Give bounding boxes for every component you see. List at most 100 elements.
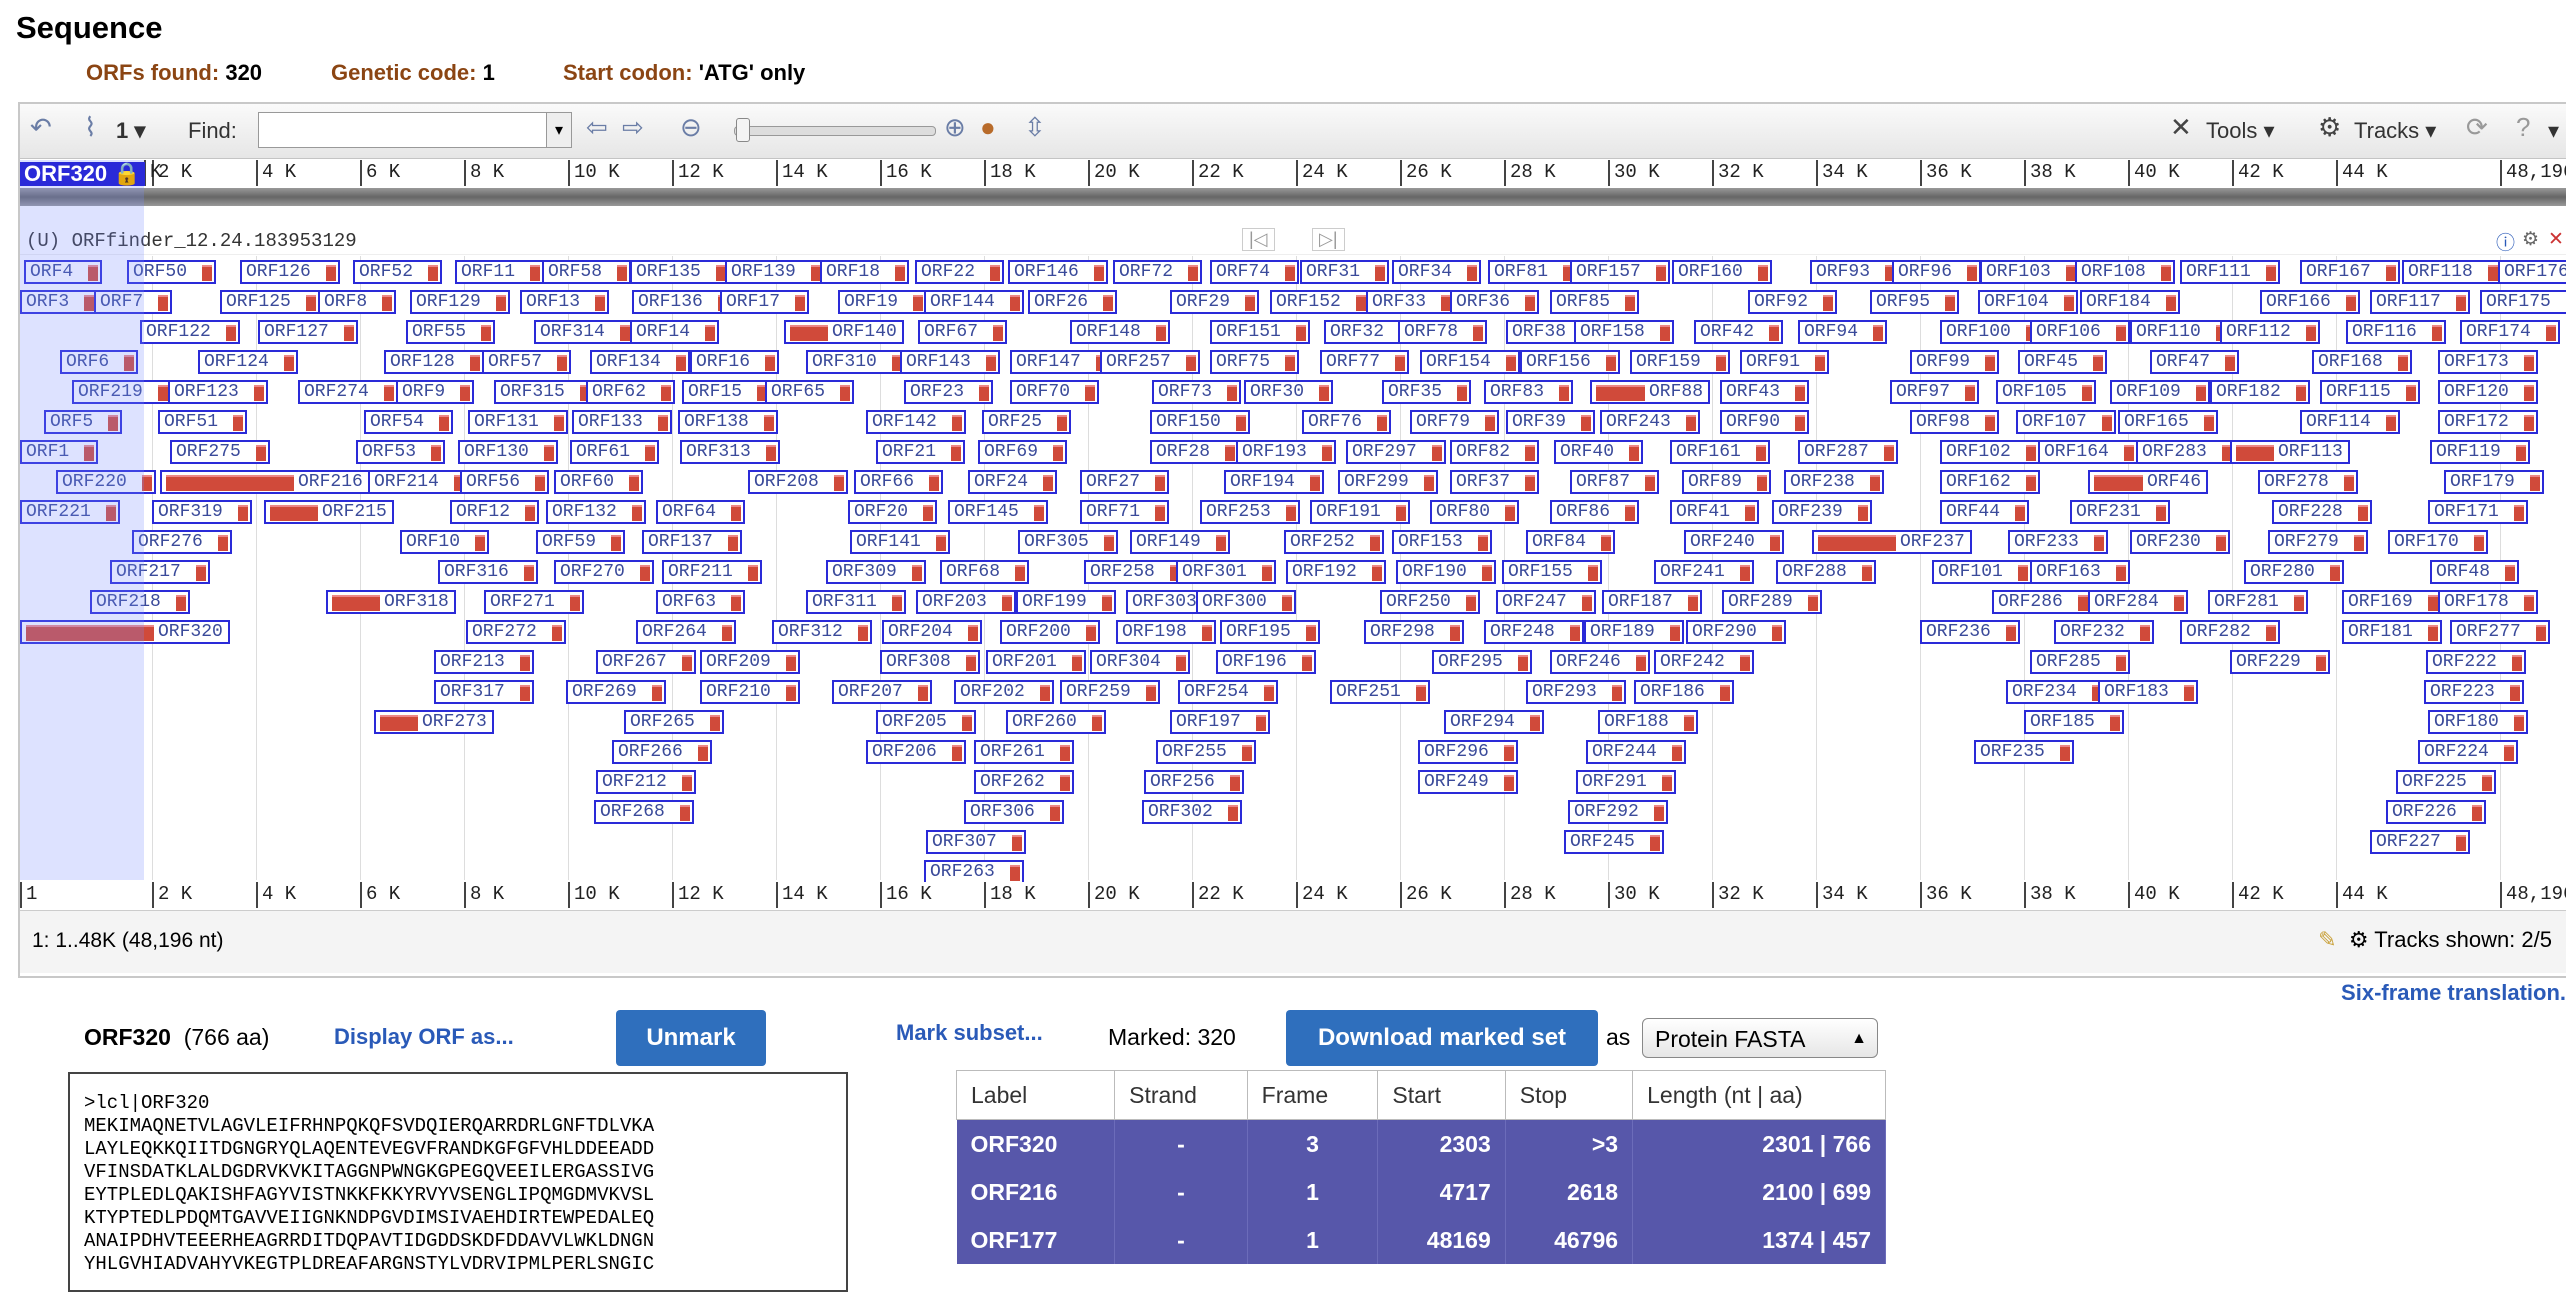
orf-feature[interactable]: ORF61	[570, 440, 659, 464]
next-track-icon[interactable]: ▷|	[1312, 228, 1345, 251]
orf-feature[interactable]: ORF285	[2030, 650, 2130, 674]
overview-bar[interactable]	[20, 188, 2566, 206]
orf-feature[interactable]: ORF52	[353, 260, 442, 284]
display-orf-as-link[interactable]: Display ORF as...	[334, 1024, 514, 1050]
undo-icon[interactable]: ↶	[30, 112, 52, 143]
orf-feature[interactable]: ORF236	[1920, 620, 2020, 644]
orf-feature[interactable]: ORF21	[876, 440, 965, 464]
orf-feature[interactable]: ORF205	[876, 710, 976, 734]
orf-feature[interactable]: ORF162	[1940, 470, 2040, 494]
orf-feature[interactable]: ORF194	[1224, 470, 1324, 494]
table-row[interactable]: ORF216-1 4717 2618 2100 | 699	[956, 1168, 1886, 1216]
orf-feature[interactable]: ORF308	[880, 650, 980, 674]
orf-feature[interactable]: ORF9	[396, 380, 474, 404]
orf-feature[interactable]: ORF265	[624, 710, 724, 734]
orf-feature[interactable]: ORF190	[1396, 560, 1496, 584]
orf-feature[interactable]: ORF178	[2438, 590, 2538, 614]
orf-feature[interactable]: ORF144	[924, 290, 1024, 314]
orf-feature[interactable]: ORF123	[168, 380, 268, 404]
orf-feature[interactable]: ORF311	[806, 590, 906, 614]
orf-feature[interactable]: ORF309	[826, 560, 926, 584]
orf-feature[interactable]: ORF89	[1682, 470, 1771, 494]
orf-feature[interactable]: ORF251	[1330, 680, 1430, 704]
orf-feature[interactable]: ORF204	[882, 620, 982, 644]
help-icon[interactable]: ?	[2516, 112, 2530, 143]
orf-feature[interactable]: ORF22	[915, 260, 1004, 284]
orf-feature[interactable]: ORF318	[326, 590, 456, 614]
orf-feature[interactable]: ORF134	[590, 350, 690, 374]
orf-feature[interactable]: ORF103	[1980, 260, 2080, 284]
orf-feature[interactable]: ORF301	[1176, 560, 1276, 584]
orf-feature[interactable]: ORF31	[1300, 260, 1389, 284]
orf-feature[interactable]: ORF170	[2388, 530, 2488, 554]
orf-feature[interactable]: ORF83	[1484, 380, 1573, 404]
orf-feature[interactable]: ORF109	[2110, 380, 2210, 404]
zoom-slider[interactable]	[734, 126, 936, 136]
fit-icon[interactable]: ⇳	[1024, 112, 1046, 143]
orf-feature[interactable]: ORF40	[1554, 440, 1643, 464]
orf-feature[interactable]: ORF255	[1156, 740, 1256, 764]
orf-feature[interactable]: ORF232	[2054, 620, 2154, 644]
orf-feature[interactable]: ORF90	[1720, 410, 1809, 434]
tracks-gear-icon[interactable]: ⚙	[2349, 927, 2369, 952]
orf-feature[interactable]: ORF266	[612, 740, 712, 764]
orf-feature[interactable]: ORF256	[1144, 770, 1244, 794]
orf-feature[interactable]: ORF28	[1150, 440, 1239, 464]
orf-feature[interactable]: ORF136	[632, 290, 732, 314]
orf-feature[interactable]: ORF278	[2258, 470, 2358, 494]
orf-feature[interactable]: ORF159	[1630, 350, 1730, 374]
orf-feature[interactable]: ORF47	[2150, 350, 2239, 374]
orf-feature[interactable]: ORF294	[1444, 710, 1544, 734]
orf-feature[interactable]: ORF279	[2268, 530, 2368, 554]
orf-feature[interactable]: ORF87	[1570, 470, 1659, 494]
orf-feature[interactable]: ORF130	[458, 440, 558, 464]
orf-feature[interactable]: ORF212	[596, 770, 696, 794]
orf-feature[interactable]: ORF59	[536, 530, 625, 554]
orf-feature[interactable]: ORF62	[586, 380, 675, 404]
orf-feature[interactable]: ORF88	[1590, 380, 1710, 404]
orf-feature[interactable]: ORF43	[1720, 380, 1809, 404]
orf-feature[interactable]: ORF203	[916, 590, 1016, 614]
orf-feature[interactable]: ORF55	[406, 320, 495, 344]
orf-feature[interactable]: ORF60	[554, 470, 643, 494]
orf-feature[interactable]: ORF292	[1568, 800, 1668, 824]
orf-feature[interactable]: ORF234	[2006, 680, 2106, 704]
orf-feature[interactable]: ORF213	[434, 650, 534, 674]
orf-feature[interactable]: ORF14	[630, 320, 719, 344]
orf-feature[interactable]: ORF183	[2098, 680, 2198, 704]
orf-feature[interactable]: ORF314	[534, 320, 634, 344]
orf-feature[interactable]: ORF23	[904, 380, 993, 404]
orf-feature[interactable]: ORF80	[1430, 500, 1519, 524]
orf-feature[interactable]: ORF138	[678, 410, 778, 434]
orf-feature[interactable]: ORF270	[554, 560, 654, 584]
orf-feature[interactable]: ORF10	[400, 530, 489, 554]
orf-feature[interactable]: ORF64	[656, 500, 745, 524]
orf-feature[interactable]: ORF240	[1684, 530, 1784, 554]
column-header[interactable]: Length (nt | aa)	[1632, 1070, 1886, 1120]
orf-feature[interactable]: ORF261	[974, 740, 1074, 764]
orf-feature[interactable]: ORF94	[1798, 320, 1887, 344]
orf-feature[interactable]: ORF30	[1244, 380, 1333, 404]
column-header[interactable]: Stop	[1504, 1070, 1634, 1120]
orf-feature[interactable]: ORF48	[2430, 560, 2519, 584]
orf-feature[interactable]: ORF92	[1748, 290, 1837, 314]
orf-feature[interactable]: ORF107	[2016, 410, 2116, 434]
table-row[interactable]: ORF177-1 48169 46796 1374 | 457	[956, 1216, 1886, 1264]
mark-subset-link[interactable]: Mark subset...	[896, 1020, 1043, 1046]
orf-feature[interactable]: ORF242	[1654, 650, 1754, 674]
orf-feature[interactable]: ORF228	[2272, 500, 2372, 524]
orf-feature[interactable]: ORF67	[918, 320, 1007, 344]
orf-feature[interactable]: ORF11	[455, 260, 544, 284]
help-menu[interactable]: ▾	[2548, 118, 2559, 144]
orf-feature[interactable]: ORF275	[170, 440, 270, 464]
orf-feature[interactable]: ORF76	[1302, 410, 1391, 434]
unmark-button[interactable]: Unmark	[616, 1010, 766, 1066]
orf-feature[interactable]: ORF263	[924, 860, 1024, 884]
orf-feature[interactable]: ORF289	[1722, 590, 1822, 614]
orf-feature[interactable]: ORF271	[484, 590, 584, 614]
orf-feature[interactable]: ORF118	[2402, 260, 2502, 284]
atg-icon[interactable]: ●	[980, 112, 996, 143]
orf-feature[interactable]: ORF158	[1574, 320, 1674, 344]
orf-feature[interactable]: ORF86	[1550, 500, 1639, 524]
orf-feature[interactable]: ORF262	[974, 770, 1074, 794]
